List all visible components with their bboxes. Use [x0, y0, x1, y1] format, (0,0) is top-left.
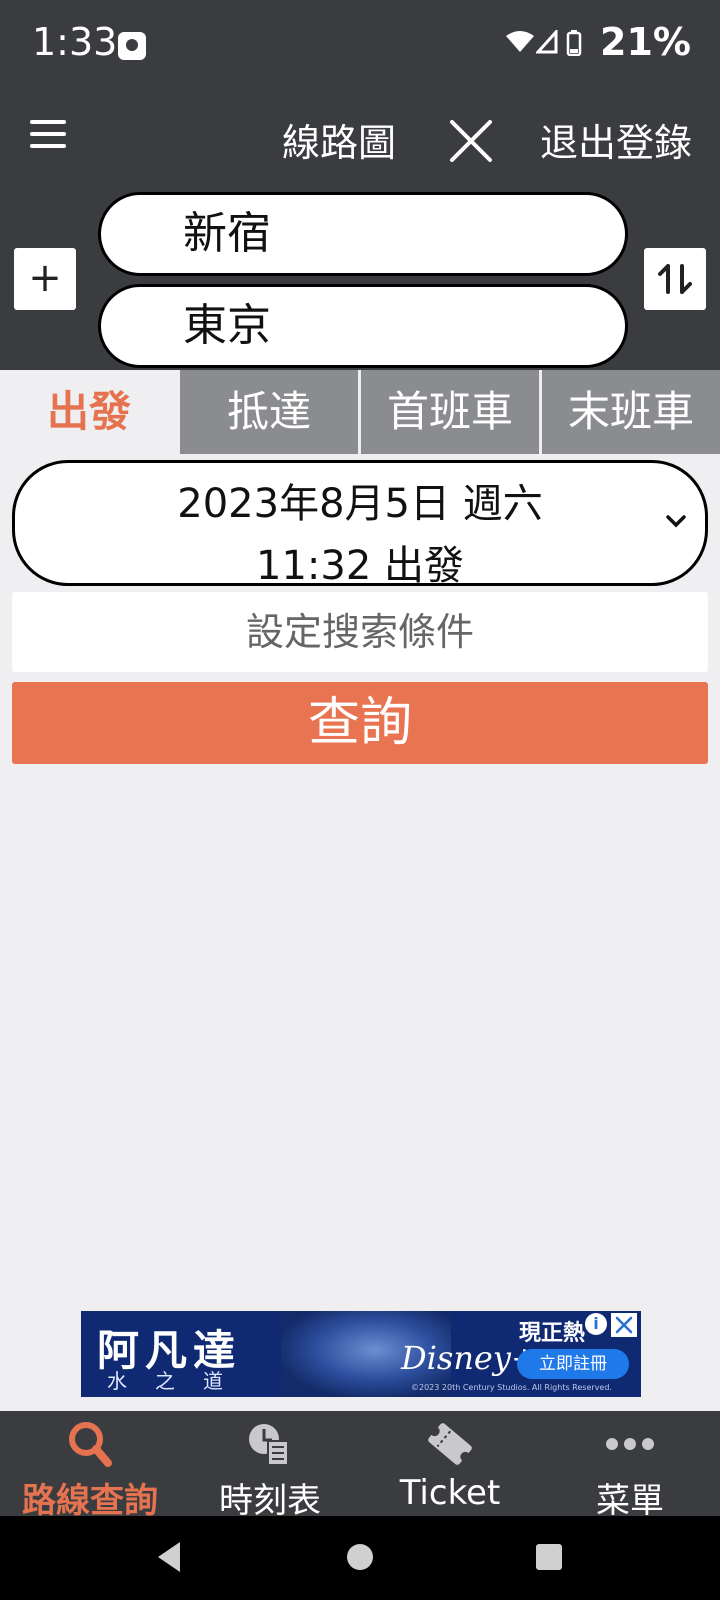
ad-banner[interactable]: 阿凡達 水之道 Disney+ 現正熱 立即註冊 ©2023 20th Cent… — [81, 1311, 641, 1397]
date-text: 2023年8月5日 週六 — [177, 481, 543, 527]
route-map-button[interactable]: 線路圖 — [282, 112, 396, 167]
search-conditions-button[interactable]: 設定搜索條件 — [12, 592, 708, 672]
from-station-field[interactable]: 新宿 — [98, 192, 628, 276]
swap-icon — [658, 264, 692, 294]
date-time-selector[interactable]: 2023年8月5日 週六 11:32 出發 — [12, 460, 708, 589]
swap-stations-button[interactable] — [644, 248, 706, 310]
nav-route-search[interactable]: 路線查詢 — [0, 1411, 180, 1521]
close-icon[interactable] — [448, 118, 494, 164]
signal-icon — [536, 30, 558, 54]
timetable-icon — [249, 1424, 289, 1466]
status-time: 1:33 — [32, 20, 118, 64]
time-text: 11:32 出發 — [256, 543, 464, 589]
add-via-button[interactable]: + — [14, 248, 76, 310]
ad-close-icon[interactable] — [611, 1313, 637, 1337]
tab-last-train[interactable]: 末班車 — [542, 370, 720, 454]
ad-now-label: 現正熱 — [519, 1321, 586, 1346]
logout-button[interactable]: 退出登錄 — [540, 112, 692, 167]
ad-cta-button[interactable]: 立即註冊 — [517, 1349, 629, 1379]
query-button[interactable]: 查詢 — [12, 682, 708, 764]
to-station-field[interactable]: 東京 — [98, 284, 628, 368]
ad-copyright: ©2023 20th Century Studios. All Rights R… — [411, 1383, 612, 1392]
tab-arrive[interactable]: 抵達 — [180, 370, 358, 454]
tab-first-train[interactable]: 首班車 — [361, 370, 539, 454]
nav-ticket[interactable]: Ticket — [360, 1411, 540, 1516]
ad-subtitle: 水之道 — [107, 1369, 251, 1393]
nav-label: 菜單 — [596, 1481, 664, 1521]
nav-menu[interactable]: 菜單 — [540, 1411, 720, 1521]
nav-label: Ticket — [399, 1473, 501, 1513]
battery-percent: 21% — [600, 20, 691, 64]
nav-label: 時刻表 — [219, 1481, 321, 1521]
nav-timetable[interactable]: 時刻表 — [180, 1411, 360, 1521]
wifi-icon — [506, 31, 534, 52]
notification-icon — [118, 32, 146, 60]
battery-icon — [566, 30, 582, 56]
menu-icon[interactable] — [30, 120, 66, 150]
more-icon — [606, 1438, 654, 1450]
home-icon[interactable] — [346, 1543, 374, 1571]
ad-info-icon[interactable]: i — [585, 1313, 607, 1335]
chevron-down-icon — [666, 515, 686, 528]
search-icon — [69, 1422, 112, 1467]
ticket-icon — [428, 1423, 472, 1465]
nav-label: 路線查詢 — [22, 1481, 158, 1521]
tab-depart[interactable]: 出發 — [0, 370, 178, 454]
recents-icon[interactable] — [535, 1543, 563, 1571]
back-icon[interactable] — [154, 1540, 184, 1574]
